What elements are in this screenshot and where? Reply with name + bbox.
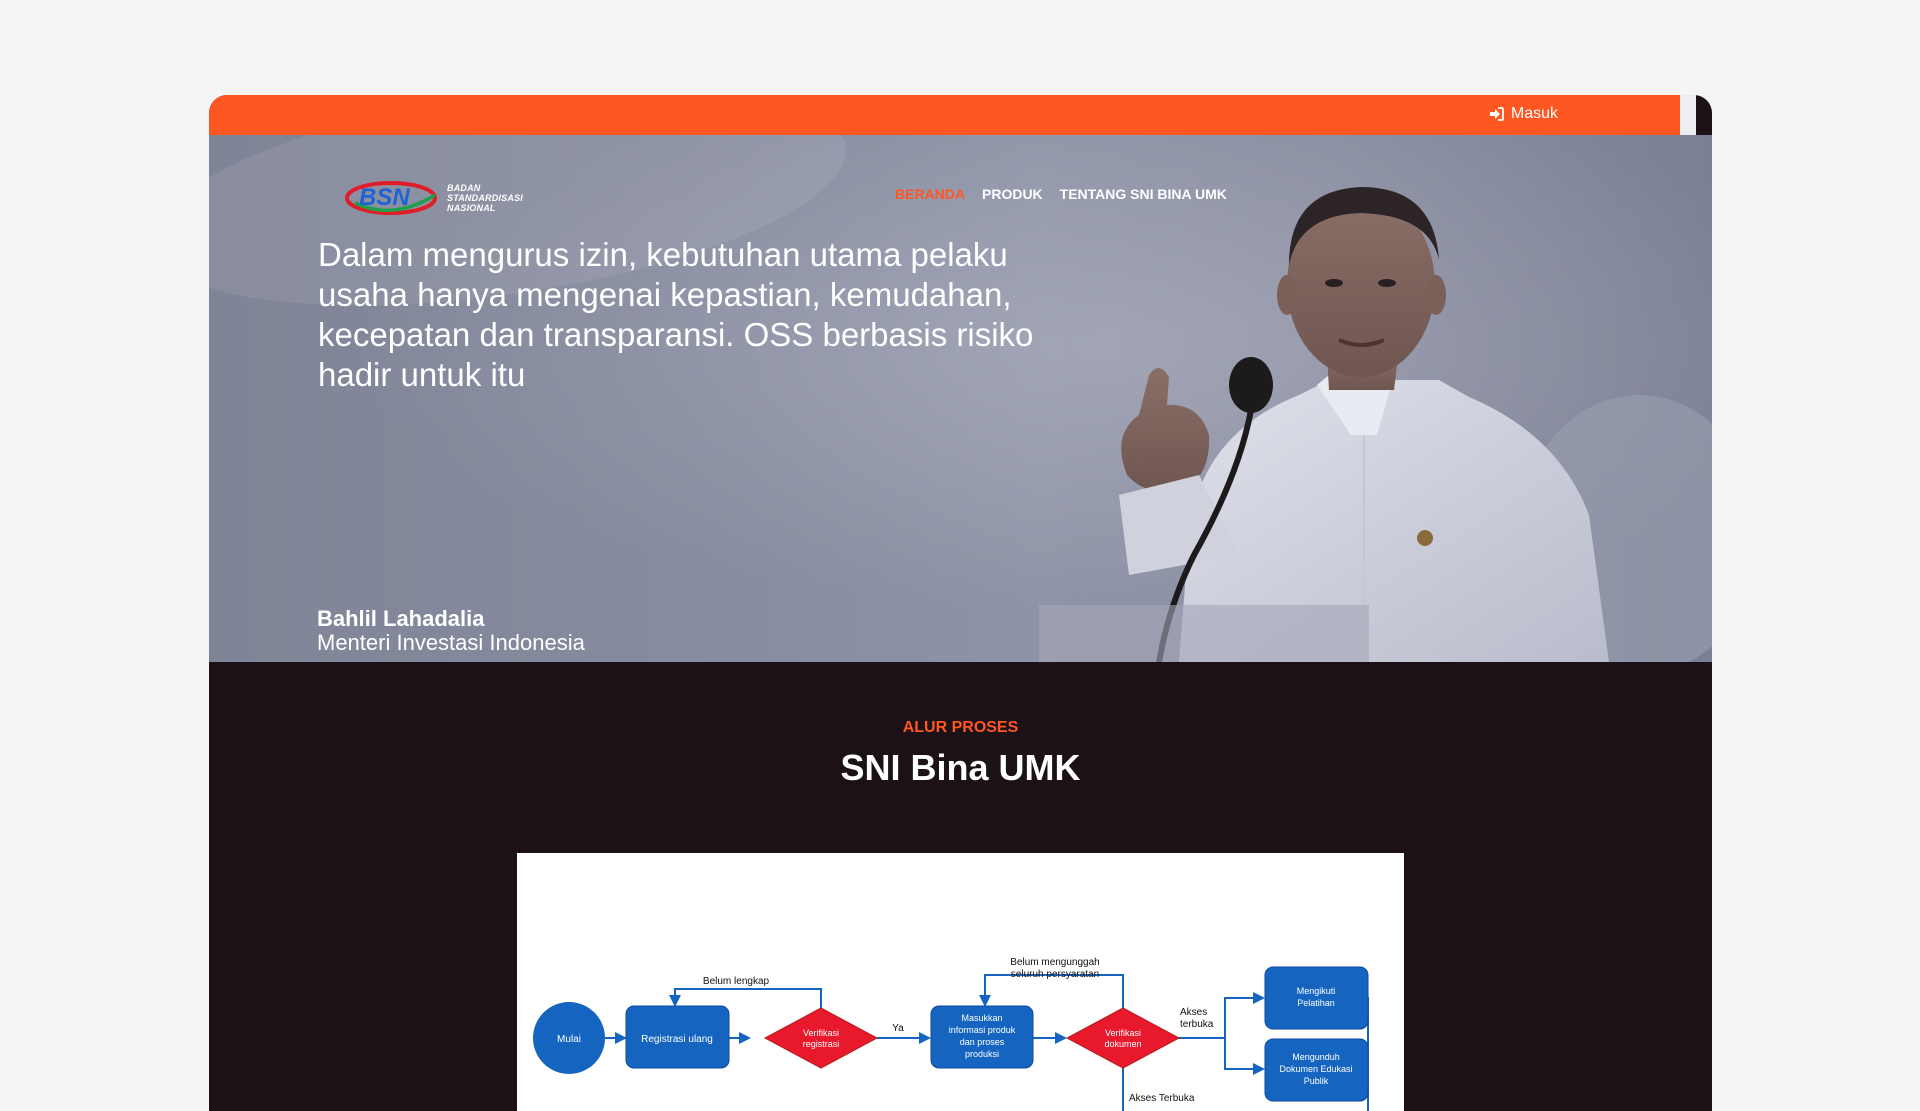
bsn-logo-text: BADAN STANDARDISASI NASIONAL xyxy=(447,183,523,213)
main-nav: BERANDA PRODUK TENTANG SNI BINA UMK xyxy=(895,186,1227,202)
flow-text-pelatihan-1: Mengikuti xyxy=(1297,986,1336,996)
author-role: Menteri Investasi Indonesia xyxy=(317,630,585,655)
flow-label-belum-lengkap: Belum lengkap xyxy=(703,976,770,987)
bsn-logo[interactable]: BSN BADAN STANDARDISASI NASIONAL xyxy=(343,173,523,223)
browser-frame: Masuk BSN BADAN STANDARDISASI NASIONAL B… xyxy=(209,95,1712,1111)
nav-item-tentang[interactable]: TENTANG SNI BINA UMK xyxy=(1060,186,1227,202)
flow-text-unduh-3: Publik xyxy=(1304,1076,1329,1086)
logo-line-3: NASIONAL xyxy=(447,203,496,213)
section-title: SNI Bina UMK xyxy=(840,747,1081,788)
logo-line-2: STANDARDISASI xyxy=(447,193,523,203)
bsn-logo-mark-text: BSN xyxy=(359,184,410,211)
flow-text-unduh-2: Dokumen Edukasi xyxy=(1279,1064,1352,1074)
flow-label-ya: Ya xyxy=(892,1023,904,1034)
logo-line-1: BADAN xyxy=(447,183,481,193)
flow-text-pelatihan-2: Pelatihan xyxy=(1297,998,1335,1008)
flow-label-akses-bawah: Akses Terbuka xyxy=(1129,1093,1195,1104)
bsn-logo-icon: BSN xyxy=(345,181,437,215)
flow-text-masukkan-2: informasi produk xyxy=(949,1025,1016,1035)
flow-label-akses-2: terbuka xyxy=(1180,1019,1214,1030)
flow-text-mulai: Mulai xyxy=(557,1034,581,1045)
login-link[interactable]: Masuk xyxy=(1489,105,1558,123)
flow-text-unduh-1: Mengunduh xyxy=(1292,1052,1340,1062)
flow-text-masukkan-1: Masukkan xyxy=(961,1013,1002,1023)
flowchart-diagram: Mulai Registrasi ulang Verifikasi regist… xyxy=(533,957,1369,1111)
nav-item-produk[interactable]: PRODUK xyxy=(982,186,1043,202)
hero-quote: Dalam mengurus izin, kebutuhan utama pel… xyxy=(318,236,1034,393)
flow-text-verif-dok-2: dokumen xyxy=(1104,1039,1141,1049)
process-flowchart: Mulai Registrasi ulang Verifikasi regist… xyxy=(517,853,1404,1111)
flow-node-verif-reg xyxy=(763,1007,879,1069)
login-label: Masuk xyxy=(1510,105,1558,122)
section-label: ALUR PROSES xyxy=(902,719,1019,736)
flow-label-belum-unggah-1: Belum mengunggah xyxy=(1010,957,1100,968)
flow-text-registrasi: Registrasi ulang xyxy=(641,1034,713,1045)
sign-in-icon xyxy=(1489,107,1504,121)
nav-item-beranda[interactable]: BERANDA xyxy=(895,186,965,202)
flow-text-verif-dok-1: Verifikasi xyxy=(1105,1028,1141,1038)
author-name: Bahlil Lahadalia xyxy=(317,606,485,631)
scrollbar-track xyxy=(1680,95,1696,135)
minister-photo xyxy=(1039,187,1712,662)
flow-label-akses-1: Akses xyxy=(1180,1007,1207,1018)
hero-banner: BSN BADAN STANDARDISASI NASIONAL BERANDA… xyxy=(209,135,1712,662)
quote-author: Bahlil Lahadalia Menteri Investasi Indon… xyxy=(317,607,585,655)
top-bar: Masuk xyxy=(209,95,1696,135)
flow-text-masukkan-3: dan proses xyxy=(960,1037,1005,1047)
flow-text-masukkan-4: produksi xyxy=(965,1049,999,1059)
flow-text-verif-reg-1: Verifikasi xyxy=(803,1028,839,1038)
flow-label-belum-unggah-2: seluruh persyaratan xyxy=(1011,969,1099,980)
flow-text-verif-reg-2: registrasi xyxy=(803,1039,840,1049)
flow-node-verif-dok xyxy=(1065,1007,1181,1069)
